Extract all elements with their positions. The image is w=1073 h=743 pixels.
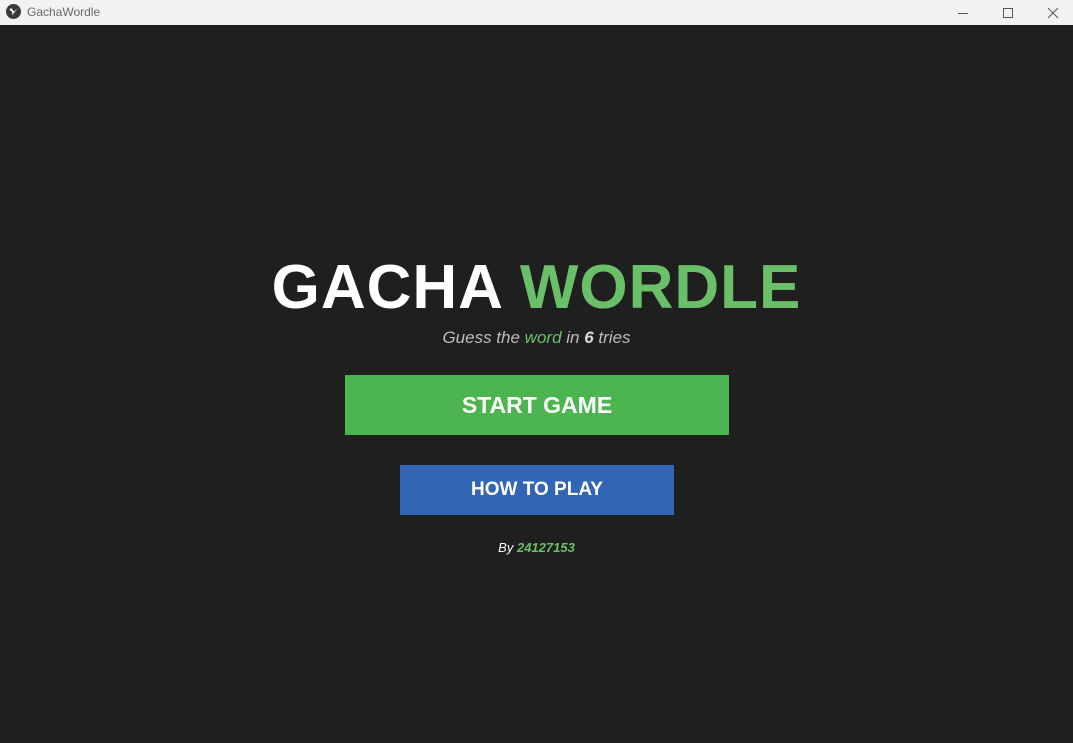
title-part-wordle: WORDLE bbox=[519, 253, 802, 322]
minimize-icon bbox=[958, 12, 968, 14]
credit-by-label: By bbox=[498, 540, 517, 555]
author-credit: By 24127153 bbox=[0, 540, 1073, 556]
subtitle-word: word bbox=[524, 328, 562, 347]
credit-author-id: 24127153 bbox=[516, 540, 575, 555]
start-game-button[interactable]: START GAME bbox=[345, 375, 729, 435]
subtitle-count: 6 bbox=[584, 328, 594, 347]
app-window: GachaWordle GACHA WORDLE Guess the word … bbox=[0, 0, 1073, 743]
subtitle-post: tries bbox=[593, 328, 631, 347]
main-menu: GACHA WORDLE Guess the word in 6 tries S… bbox=[0, 25, 1073, 743]
subtitle-mid: in bbox=[561, 328, 585, 347]
how-to-play-button[interactable]: HOW TO PLAY bbox=[400, 465, 674, 515]
subtitle-pre: Guess the bbox=[442, 328, 525, 347]
minimize-button[interactable] bbox=[940, 0, 986, 25]
title-part-gacha: GACHA bbox=[271, 253, 502, 322]
window-title: GachaWordle bbox=[27, 5, 101, 19]
close-icon bbox=[1047, 7, 1059, 18]
game-title: GACHA WORDLE bbox=[0, 253, 1073, 323]
maximize-icon bbox=[1003, 7, 1013, 18]
maximize-button[interactable] bbox=[985, 0, 1031, 25]
app-icon bbox=[6, 4, 21, 19]
subtitle: Guess the word in 6 tries bbox=[0, 327, 1073, 349]
close-button[interactable] bbox=[1030, 0, 1073, 25]
title-bar[interactable]: GachaWordle bbox=[0, 0, 1073, 25]
